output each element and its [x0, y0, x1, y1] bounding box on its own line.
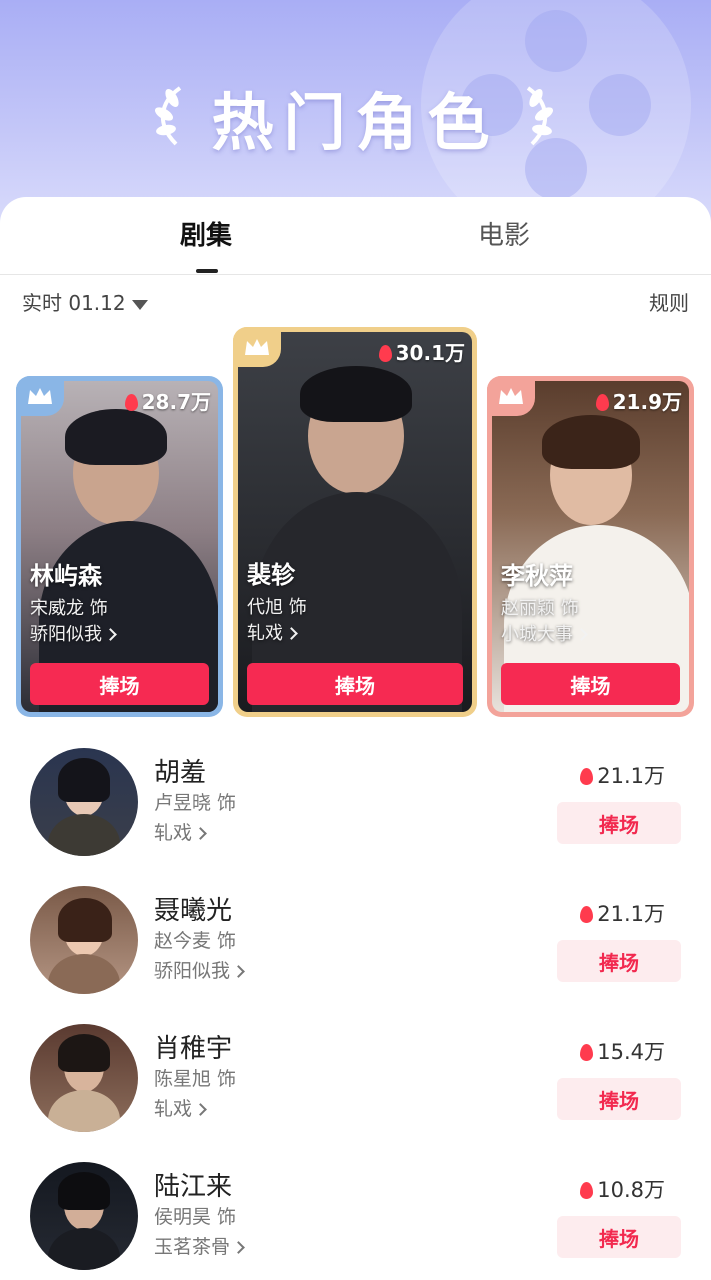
- show-link[interactable]: 小城大事: [501, 620, 588, 646]
- list-item[interactable]: 肖稚宇 陈星旭 饰 轧戏 15.4万 捧场: [0, 1024, 711, 1162]
- show-title: 骄阳似我: [30, 624, 102, 645]
- heat-value: 21.1万: [597, 902, 665, 926]
- caret-down-icon: [131, 299, 148, 310]
- boost-button[interactable]: 捧场: [557, 1078, 681, 1120]
- flame-icon: [124, 394, 138, 411]
- actor-name: 卢昱晓 饰: [154, 792, 237, 814]
- avatar: [30, 1024, 138, 1132]
- top-card-rank-1[interactable]: 30.1万 裴轸 代旭 饰 轧戏 捧场: [233, 327, 477, 717]
- flame-icon: [580, 768, 594, 785]
- show-title: 轧戏: [154, 822, 193, 844]
- date-filter-dropdown[interactable]: 实时 01.12: [22, 287, 148, 316]
- active-tab-indicator: [196, 269, 218, 273]
- show-title: 轧戏: [154, 1098, 193, 1120]
- show-link[interactable]: 骄阳似我: [30, 620, 117, 646]
- flame-icon: [580, 1044, 594, 1061]
- show-title: 小城大事: [501, 624, 573, 645]
- heat-count: 21.1万: [580, 760, 665, 790]
- chevron-right-icon: [232, 1241, 245, 1254]
- chevron-right-icon: [194, 1103, 207, 1116]
- character-name: 陆江来: [154, 1172, 233, 1202]
- flame-icon: [580, 906, 594, 923]
- avatar: [30, 886, 138, 994]
- flame-icon: [595, 394, 609, 411]
- heat-value: 15.4万: [597, 1040, 665, 1064]
- character-name: 裴轸: [247, 561, 295, 589]
- top-card-rank-2[interactable]: 28.7万 林屿森 宋威龙 饰 骄阳似我 捧场: [16, 376, 223, 717]
- actor-name: 代旭 饰: [247, 597, 307, 618]
- heat-value: 30.1万: [395, 341, 465, 365]
- flame-icon: [378, 345, 392, 362]
- chevron-right-icon: [232, 965, 245, 978]
- boost-button[interactable]: 捧场: [557, 940, 681, 982]
- boost-button[interactable]: 捧场: [557, 1216, 681, 1258]
- crown-icon: [487, 376, 535, 416]
- show-title: 玉茗茶骨: [154, 1236, 231, 1258]
- actor-name: 宋威龙 饰: [30, 598, 108, 619]
- actor-name: 侯明昊 饰: [154, 1206, 237, 1228]
- show-link[interactable]: 轧戏: [154, 818, 207, 845]
- header-banner: 热门角色: [0, 0, 711, 230]
- list-item[interactable]: 胡羞 卢昱晓 饰 轧戏 21.1万 捧场: [0, 748, 711, 886]
- character-name: 聂曦光: [154, 896, 233, 926]
- show-title: 骄阳似我: [154, 960, 231, 982]
- flame-icon: [580, 1182, 594, 1199]
- actor-name: 赵今麦 饰: [154, 930, 237, 952]
- content-sheet: 剧集 电影 实时 01.12 规则 28.7万 林屿森 宋威龙 饰 骄阳似我 捧…: [0, 197, 711, 1280]
- tab-movies[interactable]: 电影: [478, 215, 530, 252]
- boost-button[interactable]: 捧场: [247, 663, 463, 705]
- laurel-right-icon: [526, 86, 554, 146]
- heat-count: 28.7万: [124, 386, 211, 415]
- rules-link[interactable]: 规则: [649, 287, 689, 316]
- boost-button[interactable]: 捧场: [501, 663, 680, 705]
- crown-icon: [233, 327, 281, 367]
- crown-icon: [16, 376, 64, 416]
- list-item[interactable]: 聂曦光 赵今麦 饰 骄阳似我 21.1万 捧场: [0, 886, 711, 1024]
- heat-count: 15.4万: [580, 1036, 665, 1066]
- chevron-right-icon: [285, 627, 298, 640]
- actor-name: 陈星旭 饰: [154, 1068, 237, 1090]
- avatar: [30, 1162, 138, 1270]
- chevron-right-icon: [104, 628, 117, 641]
- tab-series[interactable]: 剧集: [180, 215, 232, 252]
- show-link[interactable]: 骄阳似我: [154, 956, 245, 983]
- heat-count: 10.8万: [580, 1174, 665, 1204]
- character-name: 林屿森: [30, 562, 102, 590]
- heat-value: 10.8万: [597, 1178, 665, 1202]
- character-name: 李秋萍: [501, 562, 573, 590]
- boost-button[interactable]: 捧场: [557, 802, 681, 844]
- page-title: 热门角色: [211, 86, 500, 159]
- date-filter-label: 实时 01.12: [22, 291, 126, 315]
- list-item[interactable]: 陆江来 侯明昊 饰 玉茗茶骨 10.8万 捧场: [0, 1162, 711, 1280]
- show-link[interactable]: 轧戏: [247, 619, 298, 645]
- heat-value: 21.9万: [612, 390, 682, 414]
- heat-value: 21.1万: [597, 764, 665, 788]
- top-card-rank-3[interactable]: 21.9万 李秋萍 赵丽颖 饰 小城大事 捧场: [487, 376, 694, 717]
- heat-value: 28.7万: [141, 390, 211, 414]
- heat-count: 21.9万: [595, 386, 682, 415]
- avatar: [30, 748, 138, 856]
- boost-button[interactable]: 捧场: [30, 663, 209, 705]
- category-tabs: 剧集 电影: [0, 197, 711, 275]
- actor-name: 赵丽颖 饰: [501, 598, 579, 619]
- character-name: 胡羞: [154, 758, 207, 788]
- character-name: 肖稚宇: [154, 1034, 233, 1064]
- heat-count: 21.1万: [580, 898, 665, 928]
- character-photo: [238, 332, 472, 712]
- heat-count: 30.1万: [378, 337, 465, 366]
- show-link[interactable]: 玉茗茶骨: [154, 1232, 245, 1259]
- show-link[interactable]: 轧戏: [154, 1094, 207, 1121]
- chevron-right-icon: [575, 628, 588, 641]
- chevron-right-icon: [194, 827, 207, 840]
- show-title: 轧戏: [247, 623, 283, 644]
